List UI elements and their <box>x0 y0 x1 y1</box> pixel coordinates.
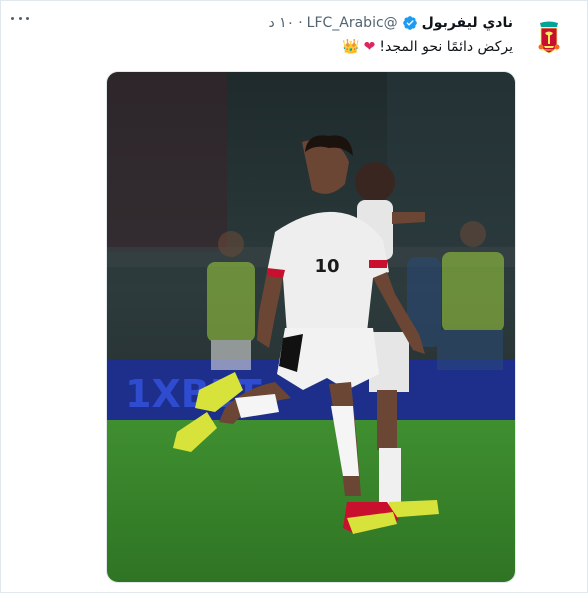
more-options-icon[interactable] <box>11 13 29 23</box>
celebration-photo-image: 1XBET 10 <box>107 72 515 582</box>
tweet-body: يركض دائمًا نحو المجد! <box>379 39 513 55</box>
user-handle[interactable]: @LFC_Arabic <box>307 15 398 31</box>
tweet-timestamp[interactable]: ١٠ د <box>268 15 294 31</box>
avatar[interactable]: LIVERPOOL <box>531 17 567 57</box>
tweet-card: LIVERPOOL نادي ليفربول @LFC_Arabic · ١٠ … <box>0 0 588 593</box>
heart-emoji-icon: ❤ <box>363 39 376 55</box>
shirt-number: 10 <box>314 256 339 277</box>
crown-emoji-icon: 👑 <box>342 39 360 55</box>
tweet-header: نادي ليفربول @LFC_Arabic · ١٠ د <box>268 15 513 31</box>
separator-dot: · <box>298 15 303 31</box>
display-name[interactable]: نادي ليفربول <box>422 15 513 31</box>
tweet-text: يركض دائمًا نحو المجد! ❤ 👑 <box>342 39 513 55</box>
liverpool-crest-icon: LIVERPOOL <box>531 19 567 55</box>
verified-badge-icon <box>402 16 417 30</box>
tweet-photo[interactable]: 1XBET 10 <box>106 71 516 583</box>
